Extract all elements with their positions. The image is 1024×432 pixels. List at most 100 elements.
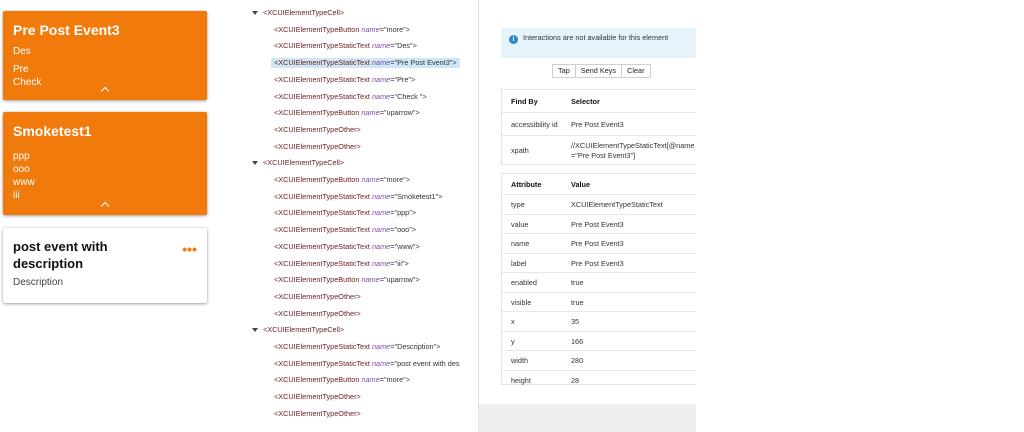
tree-node[interactable]: <XCUIElementTypeButton name="uparrow">	[274, 275, 420, 285]
tree-node[interactable]: <XCUIElementTypeOther>	[274, 125, 361, 135]
tree-tag: <XCUIElementTypeStaticText	[274, 41, 370, 51]
table-row[interactable]: value Pre Post Event3	[502, 213, 696, 234]
tree-node[interactable]: <XCUIElementTypeStaticText name="ooo">	[274, 225, 416, 235]
row-value: 28	[571, 375, 580, 385]
table-row[interactable]: accessibility id Pre Post Event3	[502, 112, 696, 135]
tree-node[interactable]: <XCUIElementTypeOther>	[274, 142, 361, 152]
chevron-up-icon[interactable]	[100, 201, 110, 211]
tree-node[interactable]: <XCUIElementTypeStaticText name="www">	[274, 242, 420, 252]
row-key: x	[511, 317, 515, 326]
row-key: xpath	[511, 146, 529, 155]
tree-tag: <XCUIElementTypeStaticText	[274, 358, 370, 368]
tree-node[interactable]: <XCUIElementTypeStaticText name="ppp">	[274, 208, 416, 218]
row-key: height	[511, 375, 531, 385]
tree-attr-value: ="Des">	[390, 41, 417, 51]
tree-tag: <XCUIElementTypeStaticText	[274, 58, 370, 68]
table-row[interactable]: height 28	[502, 369, 696, 390]
tree-attr-name: name	[371, 91, 391, 101]
tree-node-cell[interactable]: <XCUIElementTypeCell>	[252, 8, 345, 18]
tree-attr-name: name	[371, 225, 391, 235]
table-row[interactable]: visible true	[502, 291, 696, 312]
table-row[interactable]: enabled true	[502, 272, 696, 292]
tree-attr-name: name	[371, 358, 391, 368]
expand-triangle-icon[interactable]	[252, 328, 258, 333]
tree-tag: <XCUIElementTypeStaticText	[274, 241, 370, 251]
table-row[interactable]: width 280	[502, 350, 696, 370]
tree-node[interactable]: <XCUIElementTypeStaticText name="post ev…	[274, 359, 460, 369]
tree-tag: <XCUIElementTypeStaticText	[274, 74, 370, 84]
event-card-pre-post-event3[interactable]: Pre Post Event3 Des Pre Check	[3, 11, 207, 100]
tree-node[interactable]: <XCUIElementTypeButton name="more">	[274, 25, 410, 35]
table-row[interactable]: x 35	[502, 311, 696, 331]
tree-tag: <XCUIElementTypeCell>	[263, 8, 345, 17]
tree-node-cell[interactable]: <XCUIElementTypeCell>	[252, 158, 344, 168]
tree-tag: <XCUIElementTypeStaticText	[274, 91, 370, 101]
info-message: Interactions are not available for this …	[523, 33, 669, 42]
table-row[interactable]: type XCUIElementTypeStaticText	[502, 194, 696, 214]
tree-tag: <XCUIElementTypeStaticText	[274, 208, 370, 218]
row-value: Pre Post Event3	[571, 239, 624, 248]
row-key: accessibility id	[511, 120, 558, 129]
card-title: Pre Post Event3	[13, 22, 120, 38]
tree-node[interactable]: <XCUIElementTypeStaticText name="Smokete…	[274, 192, 442, 202]
row-value: Pre Post Event3	[571, 219, 624, 229]
tree-tag: <XCUIElementTypeOther>	[274, 291, 361, 301]
tree-tag: <XCUIElementTypeOther>	[274, 141, 361, 151]
tree-node[interactable]: <XCUIElementTypeButton name="more">	[274, 175, 410, 185]
tree-node[interactable]: <XCUIElementTypeStaticText name="Check "…	[274, 92, 427, 102]
tree-node[interactable]: <XCUIElementTypeStaticText name="Descrip…	[274, 342, 440, 352]
tree-attr-name: name	[371, 41, 391, 51]
clear-button[interactable]: Clear	[622, 64, 651, 78]
tree-node[interactable]: <XCUIElementTypeOther>	[274, 409, 361, 419]
more-icon[interactable]: •••	[182, 242, 197, 256]
selectors-table: Find By Selector accessibility id Pre Po…	[501, 89, 696, 165]
tree-attr-name: name	[371, 258, 391, 268]
tree-tag: <XCUIElementTypeOther>	[274, 308, 361, 318]
tree-node[interactable]: <XCUIElementTypeStaticText name="Pre">	[274, 75, 415, 85]
card-line: Des	[13, 46, 31, 57]
table-row[interactable]: y 166	[502, 330, 696, 351]
tree-attr-value: ="Pre">	[390, 74, 416, 84]
tree-node[interactable]: <XCUIElementTypeOther>	[274, 309, 361, 319]
event-card-smoketest1[interactable]: Smoketest1 ppp ooo www iii	[3, 112, 207, 215]
row-value: true	[571, 278, 584, 287]
card-line: ooo	[13, 164, 30, 175]
tree-attr-value: ="www">	[390, 241, 420, 251]
expand-triangle-icon[interactable]	[252, 161, 258, 166]
tree-tag: <XCUIElementTypeCell>	[263, 325, 345, 335]
event-card-post-event[interactable]: post event with description Description …	[3, 228, 207, 303]
tree-tag: <XCUIElementTypeButton	[274, 108, 360, 118]
row-value: //XCUIElementTypeStaticText[@name="Pre P…	[571, 141, 695, 160]
tree-attr-value: ="more">	[379, 175, 411, 184]
tree-tag: <XCUIElementTypeOther>	[274, 124, 361, 134]
tree-node[interactable]: <XCUIElementTypeOther>	[274, 392, 361, 402]
card-line: www	[13, 177, 35, 188]
tree-attr-name: name	[361, 175, 380, 184]
table-row[interactable]: label Pre Post Event3	[502, 252, 696, 273]
expand-triangle-icon[interactable]	[252, 11, 258, 15]
tree-tag: <XCUIElementTypeButton	[274, 375, 360, 385]
card-line: Pre	[13, 64, 29, 75]
tree-node[interactable]: <XCUIElementTypeStaticText name="iii">	[274, 259, 409, 269]
row-value: Pre Post Event3	[571, 120, 624, 129]
source-tree: <XCUIElementTypeCell> <XCUIElementTypeBut…	[245, 8, 477, 432]
card-line: ppp	[13, 151, 30, 162]
tree-tag: <XCUIElementTypeButton	[274, 175, 360, 184]
tree-node-cell[interactable]: <XCUIElementTypeCell>	[252, 325, 345, 335]
tree-attr-name: name	[361, 275, 380, 285]
card-title: Smoketest1	[13, 123, 92, 139]
row-key: visible	[511, 297, 532, 307]
tree-node[interactable]: <XCUIElementTypeStaticText name="Des">	[274, 41, 417, 51]
tree-tag: <XCUIElementTypeOther>	[274, 392, 361, 402]
tap-button[interactable]: Tap	[552, 64, 576, 78]
table-row[interactable]: xpath //XCUIElementTypeStaticText[@name=…	[502, 135, 696, 164]
tree-attr-value: ="more">	[379, 24, 411, 34]
tree-node[interactable]: <XCUIElementTypeStaticText name="Pre Pos…	[271, 58, 460, 69]
send-keys-button[interactable]: Send Keys	[575, 64, 623, 78]
tree-node[interactable]: <XCUIElementTypeButton name="uparrow">	[274, 108, 420, 118]
header-cell: Find By	[511, 97, 538, 106]
table-row[interactable]: name Pre Post Event3	[502, 233, 696, 253]
tree-attr-name: name	[371, 191, 391, 201]
tree-node[interactable]: <XCUIElementTypeOther>	[274, 292, 361, 302]
tree-node[interactable]: <XCUIElementTypeButton name="more">	[274, 375, 410, 385]
